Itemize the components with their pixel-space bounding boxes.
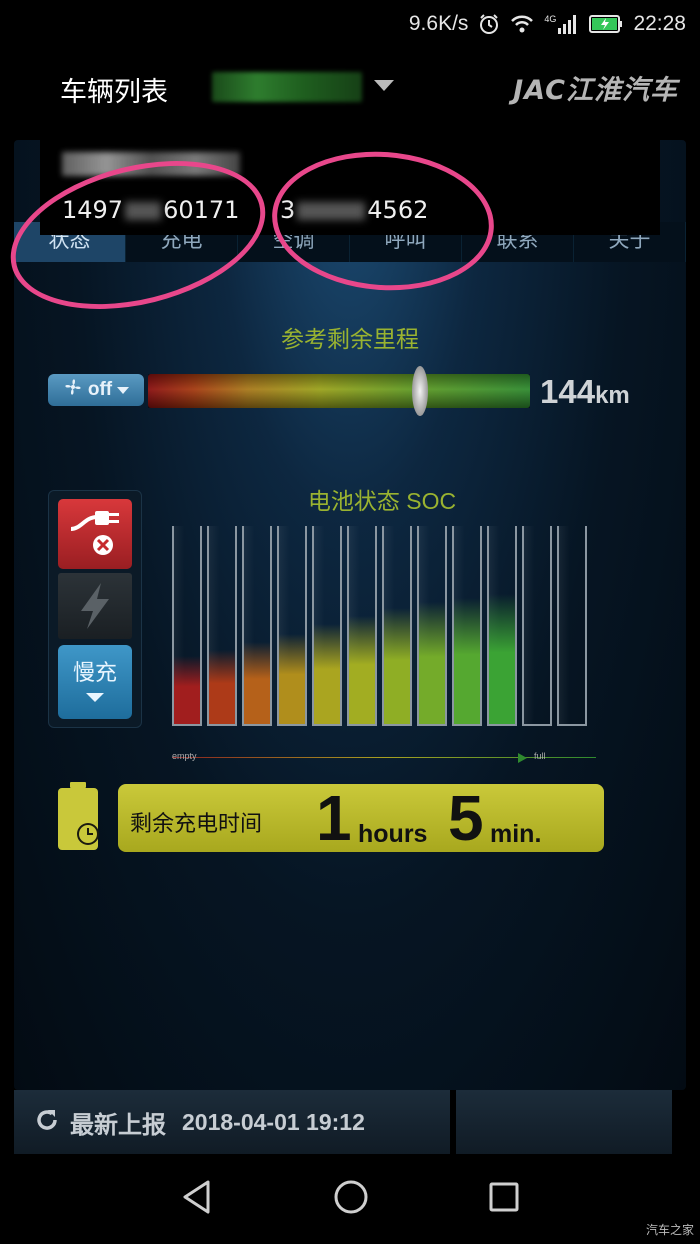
soc-bar [487, 526, 517, 726]
soc-bar [347, 526, 377, 726]
range-indicator [412, 366, 428, 416]
network-type: 4G [544, 14, 557, 24]
fan-icon [63, 377, 83, 403]
slow-charge-label: 慢充 [72, 660, 117, 685]
charge-minutes: 5 [448, 782, 484, 854]
range-gauge [148, 374, 530, 408]
soc-bar-fill [174, 656, 200, 724]
soc-title: 电池状态 SOC [307, 488, 457, 514]
clock: 22:28 [633, 12, 686, 35]
app-bar: 车辆列表 JAC江淮汽车 [0, 48, 700, 130]
range-title: 参考剩余里程 [281, 326, 419, 352]
soc-bar [417, 526, 447, 726]
footer-right-slot [456, 1090, 672, 1154]
soc-bar-fill [349, 616, 375, 724]
alarm-icon [478, 13, 500, 35]
soc-bar [522, 526, 552, 726]
brand-logo: JAC江淮汽车 [513, 75, 678, 106]
chevron-down-icon[interactable] [374, 80, 394, 91]
charge-hours: 1 [316, 782, 352, 854]
soc-bar-fill [314, 624, 340, 724]
status-bar: 9.6K/s 4G 22:28 [0, 0, 700, 48]
soc-axis-empty-label: empty [172, 751, 197, 761]
soc-bar-fill [209, 650, 235, 724]
refresh-icon [34, 1107, 60, 1138]
slow-charge-button[interactable]: 慢充 [58, 645, 132, 719]
last-report-timestamp: 2018-04-01 19:12 [182, 1108, 365, 1135]
soc-bar [277, 526, 307, 726]
watermark: 汽车之家 [645, 1223, 694, 1237]
last-report-label: 最新上报 [70, 1111, 166, 1139]
charge-hours-unit: hours [358, 820, 428, 848]
soc-bar [242, 526, 272, 726]
signal-icon: 4G [544, 14, 579, 34]
soc-bar [172, 526, 202, 726]
soc-bar-fill [279, 634, 305, 724]
charge-time-label: 剩余充电时间 [130, 811, 263, 836]
soc-axis-line [172, 757, 596, 758]
vehicle-selector-blurred[interactable] [212, 72, 362, 102]
back-icon[interactable] [180, 1179, 214, 1220]
recents-icon[interactable] [488, 1181, 520, 1218]
charge-controls: 慢充 [48, 490, 142, 728]
charge-minutes-unit: min. [490, 820, 542, 848]
range-value: 144km [540, 373, 630, 410]
soc-bar-fill [419, 602, 445, 724]
vehicle-list-button[interactable]: 车辆列表 [60, 70, 168, 109]
soc-bar-fill [489, 594, 515, 724]
soc-bar-fill [384, 608, 410, 724]
soc-bar-fill [454, 598, 480, 724]
fast-charge-button[interactable] [58, 573, 132, 639]
soc-bar [207, 526, 237, 726]
soc-bar-fill [244, 642, 270, 724]
soc-axis-full-label: full [534, 751, 546, 761]
caret-down-icon [86, 693, 104, 702]
fan-label: off [87, 379, 113, 400]
soc-bar-chart [172, 526, 598, 728]
home-icon[interactable] [333, 1179, 369, 1220]
arrow-right-icon [518, 753, 527, 763]
soc-bar [382, 526, 412, 726]
soc-bar [452, 526, 482, 726]
system-nav-bar [0, 1154, 700, 1244]
fan-toggle-button[interactable]: off [48, 374, 144, 406]
refresh-report-button[interactable]: 最新上报 2018-04-01 19:12 [14, 1090, 450, 1154]
soc-bar [312, 526, 342, 726]
caret-down-icon [117, 386, 130, 394]
battery-timer-icon [56, 782, 102, 852]
wifi-icon [510, 14, 534, 34]
lightning-icon [81, 583, 109, 629]
soc-bar [557, 526, 587, 726]
network-speed: 9.6K/s [408, 12, 469, 35]
battery-charging-icon [589, 14, 623, 34]
remaining-charge-time: 剩余充电时间 1 hours 5 min. [118, 784, 604, 852]
